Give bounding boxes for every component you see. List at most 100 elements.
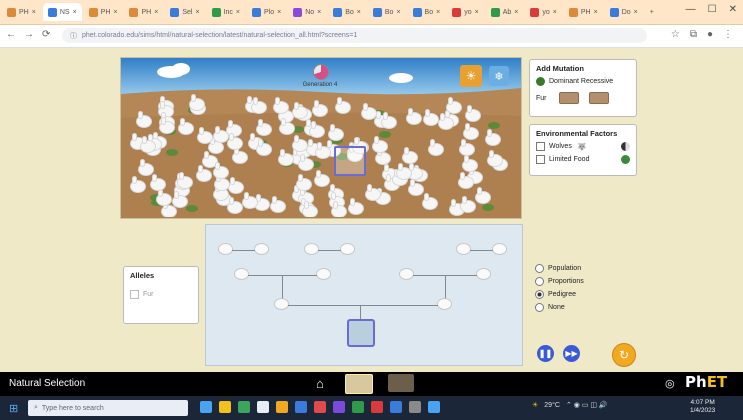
none-radio[interactable]: [535, 303, 544, 312]
tab-close-icon[interactable]: ×: [154, 9, 158, 16]
environment-arctic-button[interactable]: ❄: [489, 66, 509, 86]
pedigree-radio[interactable]: [535, 290, 544, 299]
tab-close-icon[interactable]: ×: [634, 9, 638, 16]
tab-close-icon[interactable]: ×: [553, 9, 557, 16]
menu-icon[interactable]: ⋮: [723, 29, 733, 40]
bunny[interactable]: [406, 109, 421, 125]
taskbar-app-icon[interactable]: [390, 401, 402, 413]
bunny[interactable]: [214, 162, 229, 178]
browser-tab[interactable]: PH ×: [124, 3, 163, 21]
reload-icon[interactable]: ⟳: [42, 29, 50, 40]
bunny[interactable]: [314, 170, 329, 186]
browser-tab[interactable]: yo ×: [525, 3, 562, 21]
tab-close-icon[interactable]: ×: [357, 9, 361, 16]
bunny[interactable]: [228, 133, 243, 149]
tab-close-icon[interactable]: ×: [236, 9, 240, 16]
bunny[interactable]: [313, 100, 328, 116]
maximize-icon[interactable]: ☐: [708, 4, 717, 15]
tab-close-icon[interactable]: ×: [436, 9, 440, 16]
bunny[interactable]: [487, 150, 502, 166]
bunny[interactable]: [278, 150, 293, 166]
taskbar-app-icon[interactable]: [257, 401, 269, 413]
minimize-icon[interactable]: —: [686, 4, 696, 15]
bunny[interactable]: [271, 197, 286, 213]
pedigree-bunny[interactable]: [305, 244, 318, 254]
bunny[interactable]: [257, 120, 272, 136]
browser-tab[interactable]: PH ×: [84, 3, 123, 21]
tab-close-icon[interactable]: ×: [73, 9, 77, 16]
tab-close-icon[interactable]: ×: [195, 9, 199, 16]
browser-tab[interactable]: PH ×: [564, 3, 603, 21]
bunny[interactable]: [208, 137, 223, 153]
browser-tab[interactable]: Sel ×: [165, 3, 204, 21]
address-bar[interactable]: ⓘ phet.colorado.edu/sims/html/natural-se…: [62, 28, 647, 43]
browser-tab[interactable]: Bo ×: [368, 3, 406, 21]
bunny[interactable]: [460, 139, 475, 155]
bunny[interactable]: [316, 142, 331, 158]
taskbar-app-icon[interactable]: [200, 401, 212, 413]
view-population-option[interactable]: Population: [535, 264, 584, 273]
bunny[interactable]: [229, 177, 244, 193]
bunny[interactable]: [423, 193, 438, 209]
browser-tab[interactable]: Plo ×: [247, 3, 286, 21]
taskbar-search[interactable]: ⌕ Type here to search: [28, 400, 188, 416]
star-icon[interactable]: ☆: [671, 29, 680, 40]
bunny[interactable]: [396, 164, 411, 180]
bunny[interactable]: [173, 192, 188, 208]
profile-icon[interactable]: ●: [707, 29, 713, 40]
bunny[interactable]: [309, 122, 324, 138]
browser-tab[interactable]: PH ×: [2, 3, 41, 21]
bunny[interactable]: [215, 174, 230, 190]
intro-screen-button[interactable]: [345, 374, 373, 394]
taskbar-app-icon[interactable]: [295, 401, 307, 413]
bunny[interactable]: [150, 175, 165, 191]
selected-bunny-highlight[interactable]: [334, 146, 366, 176]
bunny[interactable]: [428, 139, 443, 155]
info-icon[interactable]: ⓘ: [70, 31, 77, 41]
tab-close-icon[interactable]: ×: [32, 9, 36, 16]
home-icon[interactable]: ⌂: [316, 376, 324, 391]
bunny[interactable]: [139, 159, 154, 175]
lab-screen-button[interactable]: [388, 374, 414, 392]
fast-forward-button[interactable]: ▶▶: [563, 345, 580, 362]
bunny[interactable]: [156, 190, 171, 206]
bunny[interactable]: [131, 176, 146, 192]
bunny[interactable]: [458, 172, 473, 188]
taskbar-app-icon[interactable]: [409, 401, 421, 413]
bunny[interactable]: [439, 114, 454, 130]
pedigree-root-bunny[interactable]: [347, 319, 375, 347]
browser-tab[interactable]: Do ×: [605, 3, 643, 21]
bunny[interactable]: [464, 123, 479, 139]
bunny[interactable]: [486, 130, 501, 146]
browser-tab[interactable]: Inc ×: [207, 3, 245, 21]
wolves-checkbox[interactable]: [536, 142, 545, 151]
bunny[interactable]: [257, 140, 272, 156]
browser-tab[interactable]: No ×: [288, 3, 326, 21]
bunny[interactable]: [214, 184, 229, 200]
bunny[interactable]: [475, 187, 490, 203]
bunny[interactable]: [197, 127, 212, 143]
bunny[interactable]: [179, 119, 193, 135]
browser-tab[interactable]: Bo ×: [328, 3, 366, 21]
bunny[interactable]: [227, 120, 242, 136]
tab-close-icon[interactable]: ×: [317, 9, 321, 16]
bunny[interactable]: [292, 135, 307, 151]
taskbar-app-icon[interactable]: [219, 401, 231, 413]
environment-equator-button[interactable]: ☀: [460, 65, 482, 87]
taskbar-app-icon[interactable]: [352, 401, 364, 413]
bunny[interactable]: [463, 156, 478, 172]
fur-allele-checkbox[interactable]: [130, 290, 139, 299]
play-pause-button[interactable]: ❚❚: [537, 345, 554, 362]
bunny[interactable]: [242, 193, 257, 209]
bunny[interactable]: [203, 151, 218, 167]
windows-start-icon[interactable]: ⊞: [9, 402, 18, 415]
proportions-radio[interactable]: [535, 277, 544, 286]
tab-close-icon[interactable]: ×: [396, 9, 400, 16]
bunny[interactable]: [254, 195, 269, 211]
bunny[interactable]: [409, 179, 424, 195]
bunny[interactable]: [228, 198, 243, 214]
bunny[interactable]: [161, 201, 176, 217]
bunny[interactable]: [447, 98, 462, 114]
tab-close-icon[interactable]: ×: [594, 9, 598, 16]
pedigree-bunny[interactable]: [255, 244, 268, 254]
